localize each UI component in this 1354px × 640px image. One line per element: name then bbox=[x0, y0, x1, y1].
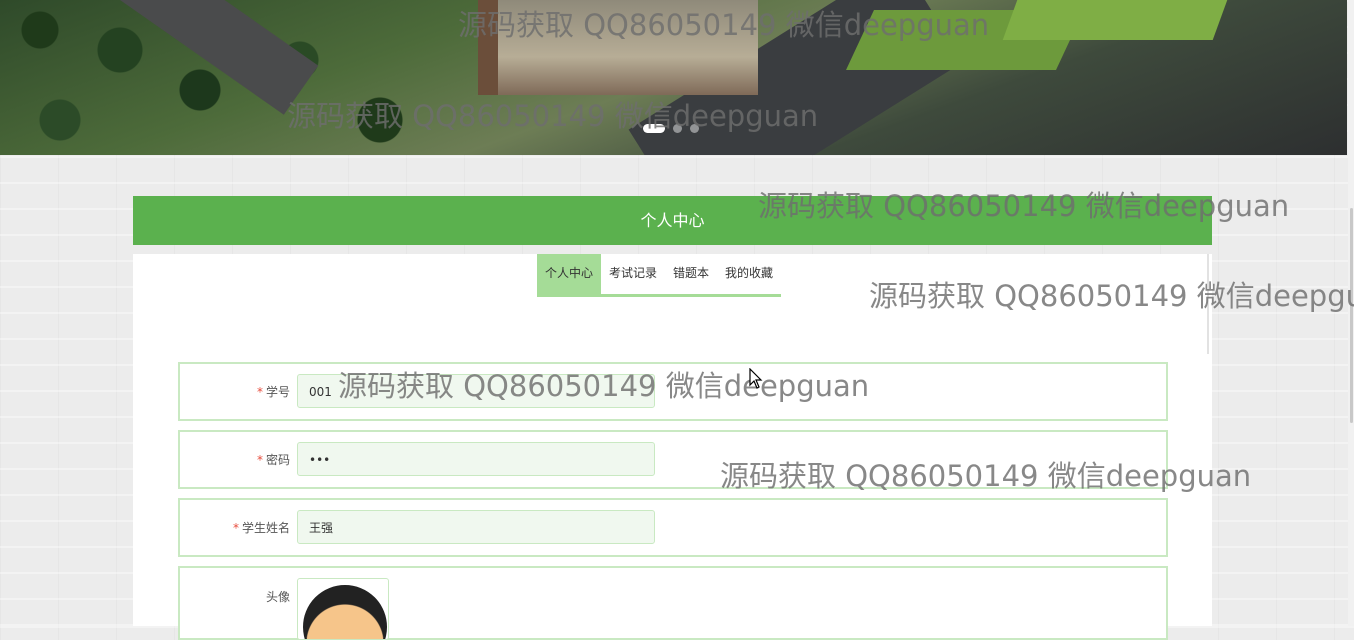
profile-tabs: 个人中心 考试记录 错题本 我的收藏 bbox=[537, 254, 782, 297]
avatar-image bbox=[303, 585, 387, 639]
student-name-label: * 学生姓名 bbox=[232, 521, 290, 535]
carousel-dot-2[interactable] bbox=[673, 124, 682, 133]
carousel-dot-3[interactable] bbox=[690, 124, 699, 133]
banner-lawn-2 bbox=[1002, 0, 1228, 40]
tab-exam-records[interactable]: 考试记录 bbox=[601, 254, 665, 294]
tab-wrong-questions[interactable]: 错题本 bbox=[665, 254, 717, 294]
banner-building bbox=[478, 0, 758, 95]
required-mark: * bbox=[256, 385, 263, 399]
banner-carousel bbox=[0, 0, 1347, 155]
avatar-label: 头像 bbox=[265, 590, 290, 604]
form-row-avatar: 头像 bbox=[178, 566, 1168, 640]
form-row-password: * 密码 ••• bbox=[178, 430, 1168, 489]
required-mark: * bbox=[256, 453, 263, 467]
panel-scrollbar[interactable] bbox=[1207, 254, 1209, 354]
page-title: 个人中心 bbox=[133, 196, 1212, 245]
student-name-input[interactable]: 王强 bbox=[297, 510, 655, 544]
form-row-student-name: * 学生姓名 王强 bbox=[178, 498, 1168, 557]
page-scrollbar-thumb[interactable] bbox=[1350, 208, 1353, 423]
password-label: * 密码 bbox=[256, 453, 290, 467]
avatar-upload[interactable] bbox=[297, 578, 389, 640]
student-id-label: * 学号 bbox=[256, 385, 290, 399]
mouse-cursor-icon bbox=[749, 368, 763, 389]
student-id-input[interactable]: 001 bbox=[297, 374, 655, 408]
tab-favorites[interactable]: 我的收藏 bbox=[717, 254, 781, 294]
carousel-indicators bbox=[643, 124, 699, 133]
tab-personal-center[interactable]: 个人中心 bbox=[537, 254, 602, 294]
required-mark: * bbox=[232, 521, 239, 535]
password-input[interactable]: ••• bbox=[297, 442, 655, 476]
carousel-dot-1[interactable] bbox=[643, 124, 665, 133]
form-row-student-id: * 学号 001 bbox=[178, 362, 1168, 421]
